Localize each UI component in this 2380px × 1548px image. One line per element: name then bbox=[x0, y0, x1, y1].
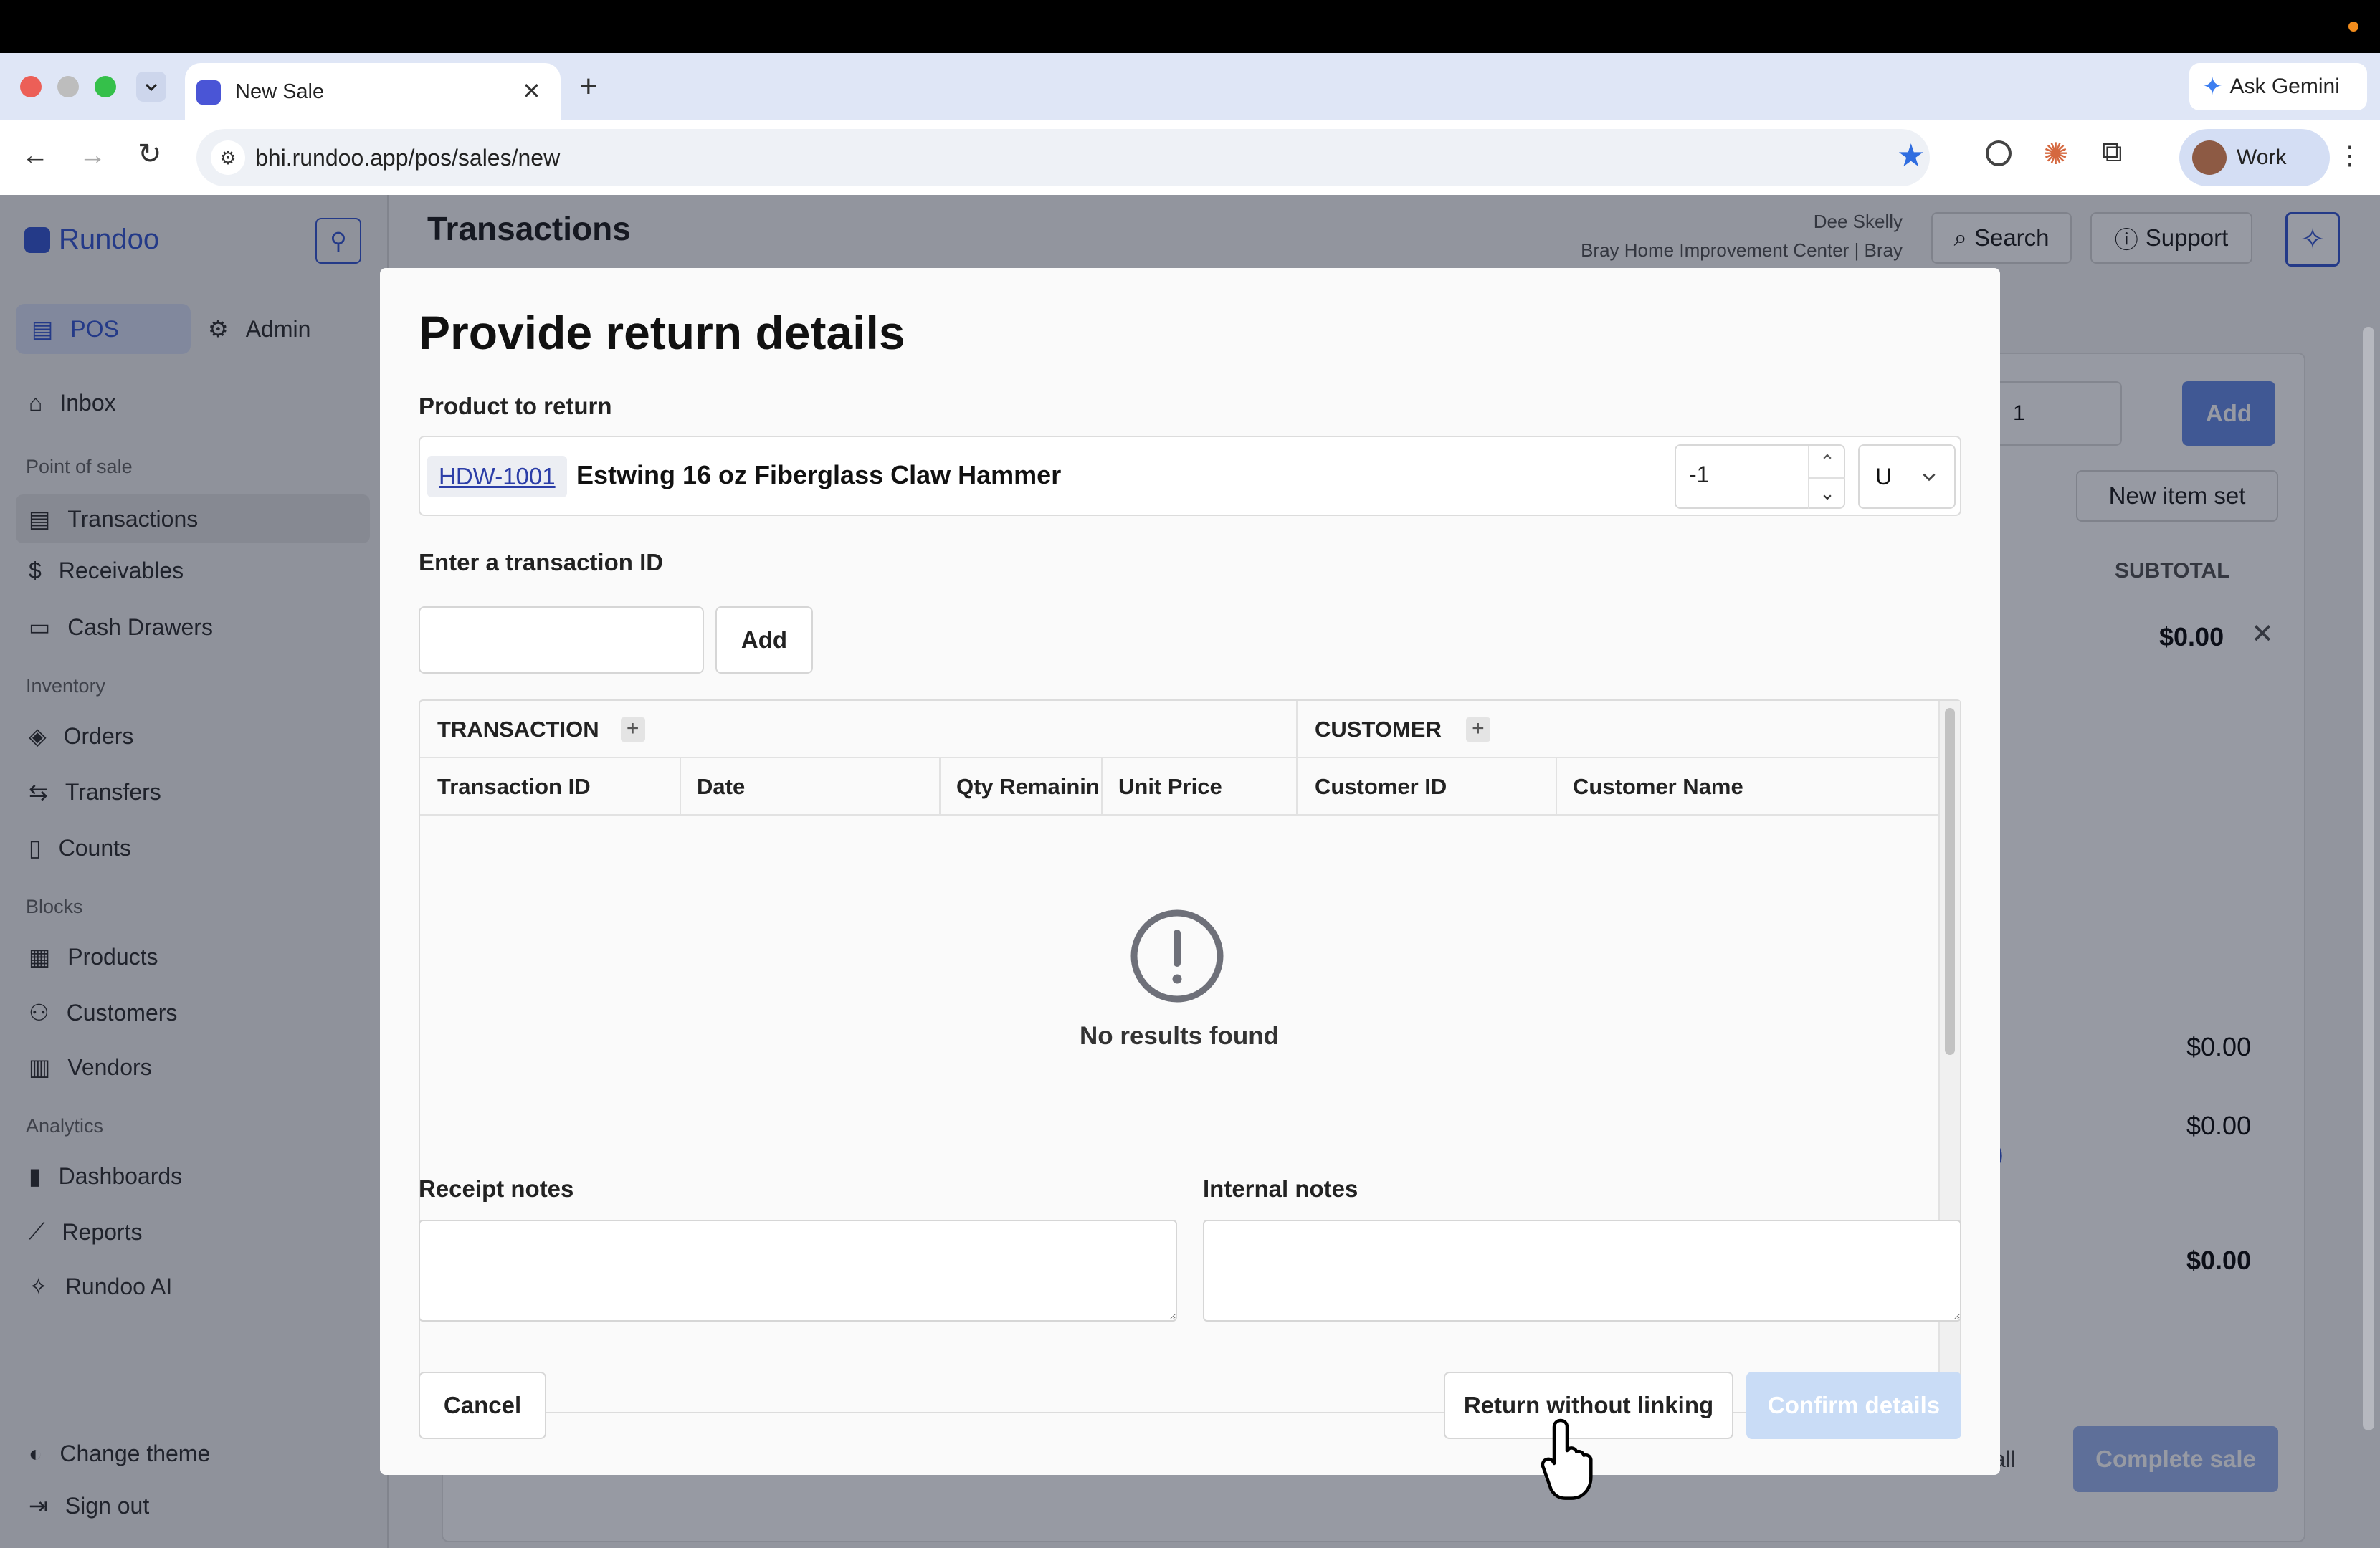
ask-gemini-button[interactable]: ✦ Ask Gemini bbox=[2189, 63, 2367, 110]
column-unit-price[interactable]: Unit Price bbox=[1118, 774, 1295, 800]
gemini-sparkle-icon: ✦ bbox=[2202, 73, 2223, 100]
product-row: HDW-1001 Estwing 16 oz Fiberglass Claw H… bbox=[419, 436, 1961, 516]
column-customer-name[interactable]: Customer Name bbox=[1573, 774, 1931, 800]
alert-circle-icon bbox=[1130, 909, 1224, 1003]
product-to-return-label: Product to return bbox=[419, 393, 612, 419]
browser-menu-icon[interactable]: ⋮ bbox=[2337, 140, 2363, 171]
back-icon[interactable]: ← bbox=[22, 140, 49, 171]
browser-tab-active[interactable]: New Sale ✕ bbox=[185, 63, 561, 120]
qty-increment-icon[interactable]: ⌃ bbox=[1808, 446, 1845, 477]
group-customer-label: CUSTOMER bbox=[1315, 717, 1442, 742]
cancel-button[interactable]: Cancel bbox=[419, 1372, 546, 1439]
product-sku-link[interactable]: HDW-1001 bbox=[427, 456, 567, 497]
window-maximize-icon[interactable] bbox=[95, 76, 116, 97]
table-header-row: Transaction ID Date Qty Remaining Unit P… bbox=[420, 758, 1938, 816]
address-bar[interactable]: ⚙ bhi.rundoo.app/pos/sales/new ★ bbox=[196, 129, 1930, 186]
recording-indicator-icon bbox=[2348, 22, 2358, 32]
add-transaction-column-icon[interactable]: + bbox=[620, 717, 645, 742]
tab-close-icon[interactable]: ✕ bbox=[522, 77, 541, 105]
product-name: Estwing 16 oz Fiberglass Claw Hammer bbox=[576, 460, 1062, 489]
receipt-notes-label: Receipt notes bbox=[419, 1175, 574, 1202]
chevron-down-icon bbox=[145, 83, 158, 92]
site-info-icon[interactable]: ⚙ bbox=[211, 140, 245, 175]
add-customer-column-icon[interactable]: + bbox=[1465, 717, 1490, 742]
return-qty-value: -1 bbox=[1689, 462, 1710, 487]
password-manager-icon[interactable] bbox=[1986, 140, 2012, 166]
reload-icon[interactable]: ↻ bbox=[138, 138, 162, 171]
new-tab-icon[interactable]: + bbox=[579, 69, 598, 105]
hand-cursor-icon bbox=[1541, 1416, 1606, 1506]
chevron-down-icon bbox=[1923, 473, 1936, 482]
column-date[interactable]: Date bbox=[697, 774, 939, 800]
column-divider bbox=[680, 758, 681, 816]
group-divider bbox=[1296, 701, 1298, 758]
modal-title: Provide return details bbox=[419, 306, 905, 359]
window-minimize-icon[interactable] bbox=[57, 76, 79, 97]
return-qty-stepper[interactable]: -1 ⌃ ⌄ bbox=[1675, 444, 1845, 509]
group-customer: CUSTOMER + bbox=[1315, 717, 1490, 742]
empty-state-icon bbox=[1130, 909, 1224, 1003]
column-customer-id[interactable]: Customer ID bbox=[1315, 774, 1556, 800]
transaction-id-label: Enter a transaction ID bbox=[419, 549, 664, 575]
url-text: bhi.rundoo.app/pos/sales/new bbox=[255, 145, 561, 171]
group-transaction: TRANSACTION + bbox=[437, 717, 645, 742]
claude-extension-icon[interactable]: ✺ bbox=[2043, 136, 2068, 171]
tab-title: New Sale bbox=[235, 80, 325, 103]
page-scrollbar-thumb[interactable] bbox=[2363, 327, 2374, 1430]
return-details-modal: Provide return details Product to return… bbox=[380, 268, 2000, 1475]
tab-search-button[interactable] bbox=[136, 72, 166, 102]
rundoo-favicon-icon bbox=[196, 80, 221, 105]
window-close-icon[interactable] bbox=[20, 76, 42, 97]
group-transaction-label: TRANSACTION bbox=[437, 717, 599, 742]
column-divider bbox=[1296, 758, 1298, 816]
confirm-details-button[interactable]: Confirm details bbox=[1746, 1372, 1961, 1439]
extensions-puzzle-icon[interactable]: ⧉ bbox=[2102, 136, 2123, 168]
internal-notes-label: Internal notes bbox=[1203, 1175, 1358, 1202]
column-divider bbox=[1101, 758, 1103, 816]
profile-button[interactable]: Work bbox=[2179, 129, 2330, 186]
receipt-notes-textarea[interactable] bbox=[419, 1220, 1177, 1322]
table-group-header: TRANSACTION + CUSTOMER + bbox=[420, 701, 1938, 758]
os-menu-bar bbox=[0, 0, 2380, 53]
ask-gemini-label: Ask Gemini bbox=[2229, 75, 2340, 98]
column-divider bbox=[1556, 758, 1557, 816]
unit-select-value: U bbox=[1875, 463, 1893, 489]
unit-select[interactable]: U bbox=[1858, 444, 1956, 509]
table-scrollbar-thumb[interactable] bbox=[1945, 708, 1955, 1055]
forward-icon[interactable]: → bbox=[79, 140, 106, 171]
qty-decrement-icon[interactable]: ⌄ bbox=[1808, 477, 1845, 509]
column-qty-remaining[interactable]: Qty Remaining bbox=[956, 774, 1100, 800]
profile-label: Work bbox=[2237, 145, 2287, 169]
add-transaction-button[interactable]: Add bbox=[715, 606, 813, 674]
column-transaction-id[interactable]: Transaction ID bbox=[437, 774, 680, 800]
bookmark-star-icon[interactable]: ★ bbox=[1897, 138, 1925, 174]
profile-avatar bbox=[2192, 140, 2227, 175]
transaction-id-input[interactable] bbox=[419, 606, 704, 674]
column-divider bbox=[939, 758, 941, 816]
empty-state-text: No results found bbox=[1079, 1022, 1280, 1050]
internal-notes-textarea[interactable] bbox=[1203, 1220, 1961, 1322]
